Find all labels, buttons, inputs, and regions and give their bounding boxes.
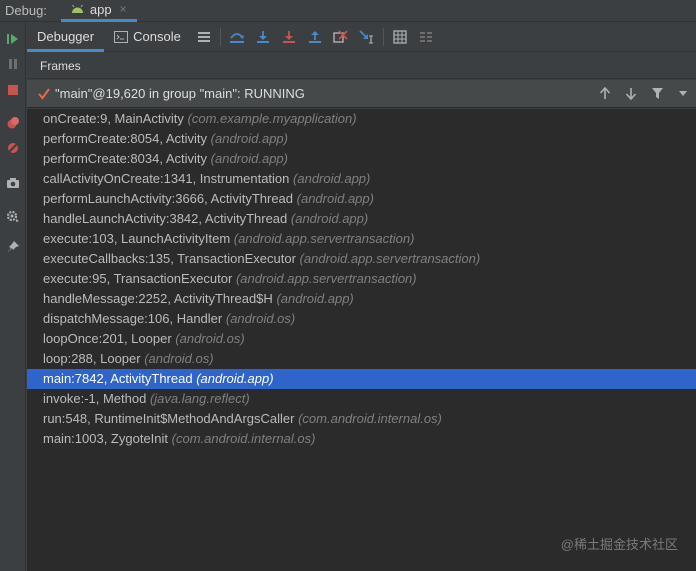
pin-icon[interactable] (4, 238, 21, 255)
frame-method: main:1003, ZygoteInit (43, 431, 169, 446)
frame-method: loop:288, Looper (43, 351, 141, 366)
settings-gear-icon[interactable] (4, 207, 21, 224)
frame-package: (java.lang.reflect) (149, 391, 250, 406)
frame-package: (android.app) (196, 371, 274, 386)
step-over-icon[interactable] (224, 22, 250, 52)
frame-package: (android.os) (225, 311, 296, 326)
stack-frame-row[interactable]: performCreate:8054, Activity (android.ap… (27, 129, 696, 149)
stack-frame-row[interactable]: performLaunchActivity:3666, ActivityThre… (27, 189, 696, 209)
frames-list: onCreate:9, MainActivity (com.example.my… (27, 109, 696, 571)
tab-app[interactable]: app × (60, 0, 137, 22)
chevron-down-icon[interactable] (670, 80, 696, 108)
frame-method: handleMessage:2252, ActivityThread$H (43, 291, 273, 306)
frame-method: run:548, RuntimeInit$MethodAndArgsCaller (43, 411, 295, 426)
evaluate-expression-icon[interactable] (387, 22, 413, 52)
stack-frame-row[interactable]: onCreate:9, MainActivity (com.example.my… (27, 109, 696, 129)
frame-package: (com.android.internal.os) (298, 411, 442, 426)
trace-stream-icon[interactable] (413, 22, 439, 52)
frame-package: (android.app) (290, 211, 369, 226)
watermark: @稀土掘金技术社区 (560, 537, 678, 552)
android-icon (71, 4, 83, 13)
check-icon (38, 87, 50, 100)
frame-method: dispatchMessage:106, Handler (43, 311, 223, 326)
stack-frame-row[interactable]: main:1003, ZygoteInit (com.android.inter… (27, 429, 696, 449)
stack-frame-row[interactable]: performCreate:8034, Activity (android.ap… (27, 149, 696, 169)
stack-frame-row[interactable]: handleMessage:2252, ActivityThread$H (an… (27, 289, 696, 309)
frame-package: (android.app) (296, 191, 374, 206)
step-into-icon[interactable] (250, 22, 276, 52)
frame-method: execute:95, TransactionExecutor (43, 271, 233, 286)
left-debug-toolbar (0, 22, 26, 571)
tab-app-label: app (89, 1, 112, 17)
stack-frame-row[interactable]: handleLaunchActivity:3842, ActivityThrea… (27, 209, 696, 229)
frames-title: Frames (40, 58, 81, 73)
force-step-into-icon[interactable] (276, 22, 302, 52)
tab-console-label: Console (133, 29, 181, 44)
stack-frame-row[interactable]: execute:103, LaunchActivityItem (android… (27, 229, 696, 249)
frame-method: performCreate:8034, Activity (43, 151, 208, 166)
filter-icon[interactable] (644, 80, 670, 108)
tab-debugger-label: Debugger (37, 29, 95, 44)
frame-method: execute:103, LaunchActivityItem (43, 231, 231, 246)
tab-debugger[interactable]: Debugger (27, 22, 105, 52)
frame-package: (android.os) (175, 331, 245, 346)
thread-label: "main"@19,620 in group "main": RUNNING (55, 86, 305, 101)
resume-program-icon[interactable] (4, 30, 21, 47)
stack-frame-row[interactable]: dispatchMessage:106, Handler (android.os… (27, 309, 696, 329)
mute-breakpoints-icon[interactable] (4, 139, 21, 156)
frame-package: (com.example.myapplication) (187, 111, 357, 126)
frames-panel-title: Frames (27, 53, 696, 79)
stack-frame-row[interactable]: main:7842, ActivityThread (android.app) (27, 369, 696, 389)
frame-method: loopOnce:201, Looper (43, 331, 172, 346)
frame-package: (android.app.servertransaction) (299, 251, 481, 266)
frame-method: executeCallbacks:135, TransactionExecuto… (43, 251, 296, 266)
stack-frame-row[interactable]: executeCallbacks:135, TransactionExecuto… (27, 249, 696, 269)
frame-package: (android.app) (293, 171, 371, 186)
frame-package: (android.app) (276, 291, 354, 306)
frame-package: (android.os) (144, 351, 214, 366)
frame-method: callActivityOnCreate:1341, Instrumentati… (43, 171, 290, 186)
thread-actions (592, 80, 696, 108)
close-icon[interactable]: × (120, 2, 127, 16)
thread-selector[interactable]: "main"@19,620 in group "main": RUNNING (27, 80, 696, 108)
tab-console[interactable]: Console (104, 22, 191, 52)
frame-package: (android.app.servertransaction) (235, 271, 417, 286)
camera-icon[interactable] (4, 174, 21, 191)
toolbar-divider (219, 27, 221, 46)
frame-method: onCreate:9, MainActivity (43, 111, 184, 126)
stack-frame-row[interactable]: execute:95, TransactionExecutor (android… (27, 269, 696, 289)
layout-menu-icon[interactable] (191, 22, 217, 52)
frame-package: (android.app) (210, 131, 288, 146)
stack-frame-row[interactable]: loop:288, Looper (android.os) (27, 349, 696, 369)
view-breakpoints-icon[interactable] (4, 114, 21, 131)
pause-program-icon[interactable] (4, 55, 21, 72)
step-out-icon[interactable] (302, 22, 328, 52)
frame-method: handleLaunchActivity:3842, ActivityThrea… (43, 211, 288, 226)
frame-method: performCreate:8054, Activity (43, 131, 208, 146)
run-to-cursor-icon[interactable] (354, 22, 380, 52)
debugger-toolbar: Debugger Console (27, 22, 696, 52)
frame-method: performLaunchActivity:3666, ActivityThre… (43, 191, 294, 206)
frame-package: (android.app.servertransaction) (233, 231, 415, 246)
frame-package: (com.android.internal.os) (171, 431, 316, 446)
debug-titlebar: Debug: app × (0, 0, 696, 22)
stack-frame-row[interactable]: run:548, RuntimeInit$MethodAndArgsCaller… (27, 409, 696, 429)
frame-package: (android.app) (210, 151, 288, 166)
frame-method: invoke:-1, Method (43, 391, 147, 406)
stack-frame-row[interactable]: callActivityOnCreate:1341, Instrumentati… (27, 169, 696, 189)
arrow-down-icon[interactable] (618, 80, 644, 108)
debug-label: Debug: (5, 3, 47, 18)
stack-frame-row[interactable]: invoke:-1, Method (java.lang.reflect) (27, 389, 696, 409)
arrow-up-icon[interactable] (592, 80, 618, 108)
frame-method: main:7842, ActivityThread (43, 371, 193, 386)
stop-icon[interactable] (4, 81, 21, 98)
toolbar-divider (382, 27, 384, 46)
drop-frame-icon[interactable] (328, 22, 354, 52)
console-icon (114, 30, 129, 43)
stack-frame-row[interactable]: loopOnce:201, Looper (android.os) (27, 329, 696, 349)
